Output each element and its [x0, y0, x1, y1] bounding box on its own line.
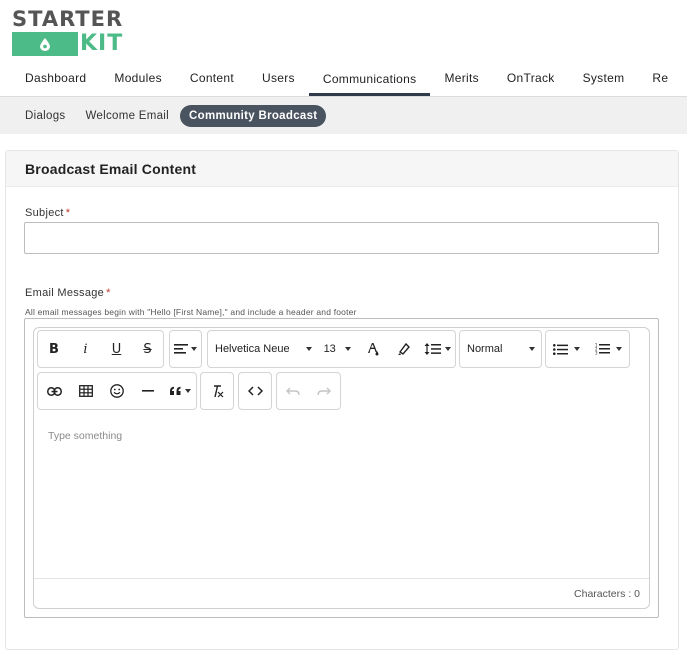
bold-icon[interactable]: B	[38, 331, 70, 367]
line-height-icon[interactable]	[419, 331, 455, 367]
email-message-hint: All email messages begin with "Hello [Fi…	[25, 307, 357, 317]
insert-group	[37, 372, 197, 410]
numbered-list-icon[interactable]: 123	[588, 331, 630, 367]
subnav-dialogs[interactable]: Dialogs	[16, 105, 74, 127]
text-color-icon[interactable]	[357, 331, 388, 367]
subject-label: Subject *	[25, 207, 71, 219]
nav-reports-truncated[interactable]: Re	[638, 62, 682, 94]
nav-users[interactable]: Users	[248, 62, 309, 94]
main-nav: Dashboard Modules Content Users Communic…	[0, 62, 687, 96]
nav-system[interactable]: System	[569, 62, 639, 94]
clear-format-group	[200, 372, 234, 410]
nav-merits[interactable]: Merits	[430, 62, 492, 94]
code-view-icon[interactable]	[239, 373, 271, 409]
character-count: Characters : 0	[574, 587, 640, 600]
chevron-down-icon	[191, 347, 197, 351]
link-icon[interactable]	[38, 373, 70, 409]
chevron-down-icon	[305, 347, 312, 351]
app-logo[interactable]: STARTER KIT	[12, 8, 124, 56]
editor-content-area[interactable]: Type something	[34, 418, 649, 578]
editor-status-bar: Characters : 0	[34, 578, 649, 608]
nav-communications[interactable]: Communications	[308, 62, 431, 96]
align-group	[169, 330, 202, 368]
logo-bottom-text: KIT	[80, 31, 124, 56]
strikethrough-icon[interactable]: S	[132, 331, 163, 367]
broadcast-panel: Broadcast Email Content Subject * Email M…	[5, 150, 679, 650]
italic-icon[interactable]: i	[70, 331, 101, 367]
required-mark: *	[65, 207, 71, 219]
chevron-down-icon	[184, 389, 191, 393]
undo-icon[interactable]	[277, 373, 309, 409]
sub-nav: Dialogs Welcome Email Community Broadcas…	[0, 96, 687, 134]
clear-formatting-icon[interactable]	[201, 373, 233, 409]
paragraph-style-select[interactable]: Normal	[460, 331, 541, 367]
subnav-community-broadcast[interactable]: Community Broadcast	[180, 104, 327, 127]
font-family-select[interactable]: Helvetica Neue	[208, 331, 318, 367]
horizontal-rule-icon[interactable]	[132, 373, 163, 409]
required-mark: *	[106, 287, 111, 299]
subnav-welcome-email[interactable]: Welcome Email	[76, 105, 178, 127]
nav-dashboard[interactable]: Dashboard	[0, 62, 100, 94]
chevron-down-icon	[345, 347, 352, 351]
chevron-down-icon	[529, 347, 535, 351]
nav-content[interactable]: Content	[176, 62, 248, 94]
text-format-group: B i U S	[37, 330, 164, 368]
logo-mark	[12, 32, 78, 56]
list-group: 123	[545, 330, 630, 368]
align-left-icon[interactable]	[170, 331, 201, 367]
logo-top-text: STARTER	[12, 7, 124, 31]
bullet-list-icon[interactable]	[546, 331, 588, 367]
blockquote-icon[interactable]	[163, 373, 196, 409]
nav-ontrack[interactable]: OnTrack	[493, 62, 569, 94]
panel-title: Broadcast Email Content	[6, 151, 678, 187]
logo-drop-icon	[40, 38, 50, 51]
code-group	[238, 372, 272, 410]
chevron-down-icon	[615, 347, 622, 351]
email-message-label: Email Message *	[25, 287, 111, 299]
email-message-field: B i U S Helvetica Neue 13 Normal 1 2 3 T…	[24, 318, 659, 618]
paragraph-style-group: Normal	[459, 330, 542, 368]
font-size-select[interactable]: 13	[318, 331, 358, 367]
underline-icon[interactable]: U	[101, 331, 132, 367]
history-group	[276, 372, 341, 410]
redo-icon[interactable]	[309, 373, 341, 409]
subject-input[interactable]	[24, 222, 659, 254]
highlight-icon[interactable]	[388, 331, 419, 367]
svg-text:3: 3	[595, 351, 598, 356]
nav-modules[interactable]: Modules	[100, 62, 175, 94]
chevron-down-icon	[574, 347, 581, 351]
rich-text-editor: B i U S Helvetica Neue 13 Normal 1 2 3 T…	[33, 327, 650, 609]
font-group: Helvetica Neue 13	[207, 330, 456, 368]
chevron-down-icon	[444, 347, 451, 351]
editor-placeholder: Type something	[48, 430, 123, 442]
emoji-icon[interactable]	[101, 373, 132, 409]
table-icon[interactable]	[70, 373, 101, 409]
